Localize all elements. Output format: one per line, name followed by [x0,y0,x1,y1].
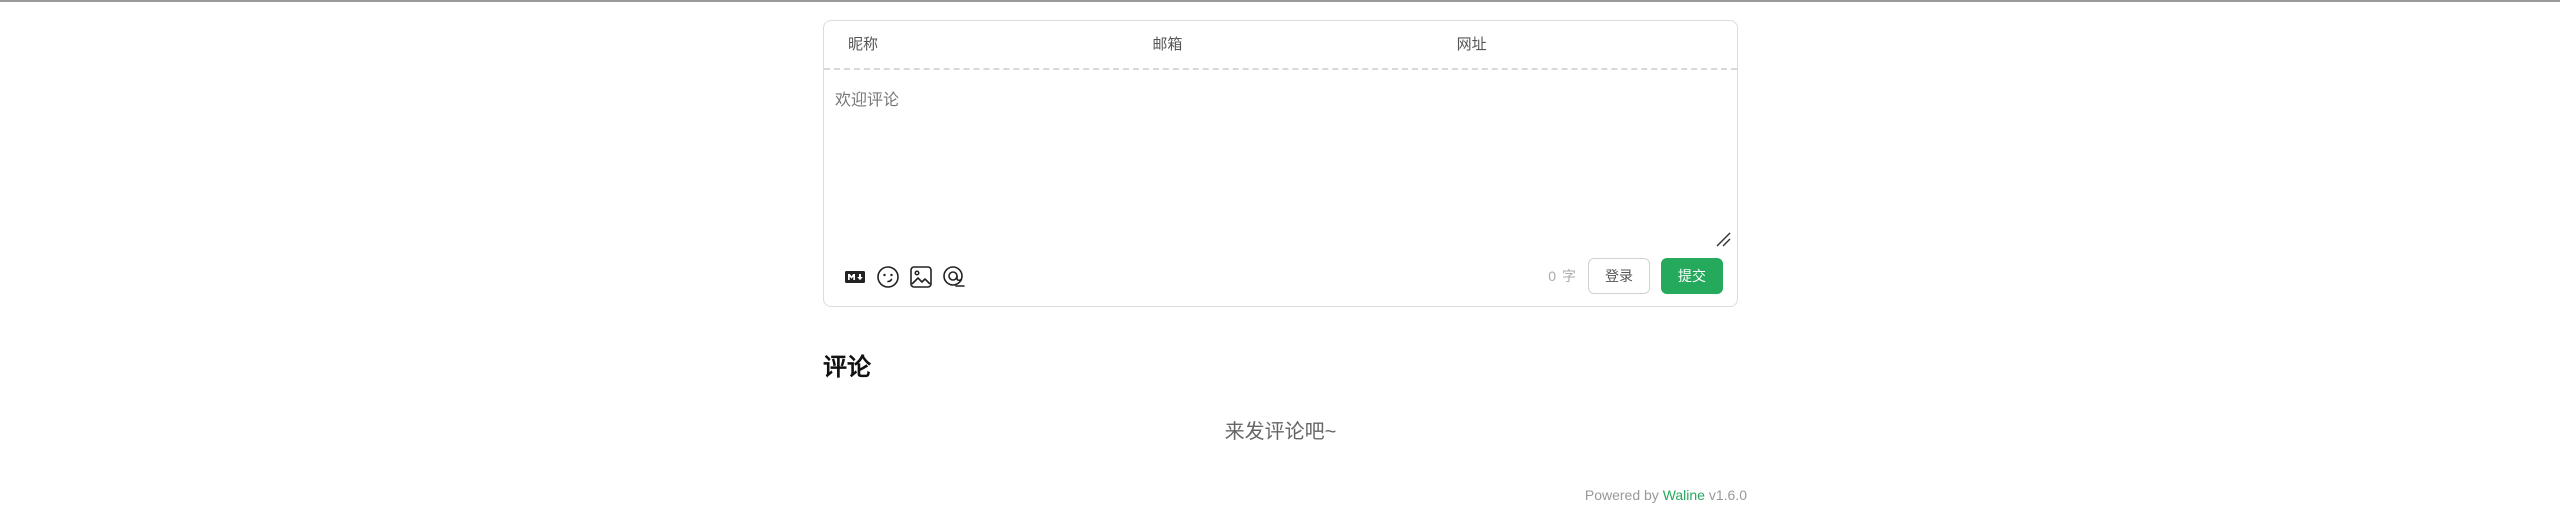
preview-button[interactable] [941,264,966,289]
form-actions: 0字 登录 提交 [1548,257,1723,295]
word-count: 0字 [1548,266,1576,286]
editor-toolbar [842,264,966,289]
login-button[interactable]: 登录 [1588,258,1650,294]
nick-input[interactable] [846,35,1129,54]
powered-by: Powered by Waline v1.6.0 [823,487,1747,503]
preview-icon [942,265,965,287]
link-input[interactable] [1454,35,1737,54]
form-footer: 0字 登录 提交 [824,257,1737,295]
comment-widget: 0字 登录 提交 评论 来发评论吧~ Powered by Waline v1.… [823,20,1747,503]
emoji-icon [876,265,899,288]
waline-link[interactable]: Waline [1663,487,1705,503]
empty-comments-message: 来发评论吧~ [1224,421,1337,443]
word-count-unit: 字 [1562,268,1576,284]
submit-button[interactable]: 提交 [1661,258,1723,294]
link-field-wrapper [1433,21,1737,68]
emoji-button[interactable] [875,264,900,289]
top-divider [0,0,2560,2]
editor-area [824,70,1737,250]
markdown-icon [844,270,865,283]
comment-form: 0字 登录 提交 [823,20,1738,307]
email-input[interactable] [1150,35,1433,54]
comment-textarea[interactable] [824,70,1737,250]
version-label: v1.6.0 [1708,487,1747,503]
comments-heading: 评论 [823,354,871,381]
form-header [824,21,1737,70]
mail-field-wrapper [1128,21,1433,68]
word-count-value: 0 [1548,268,1556,284]
image-icon [909,265,932,288]
markdown-button[interactable] [842,264,867,289]
resize-grip-icon[interactable] [1715,231,1731,247]
powered-by-prefix: Powered by [1584,487,1659,503]
image-upload-button[interactable] [908,264,933,289]
nick-field-wrapper [824,21,1129,68]
